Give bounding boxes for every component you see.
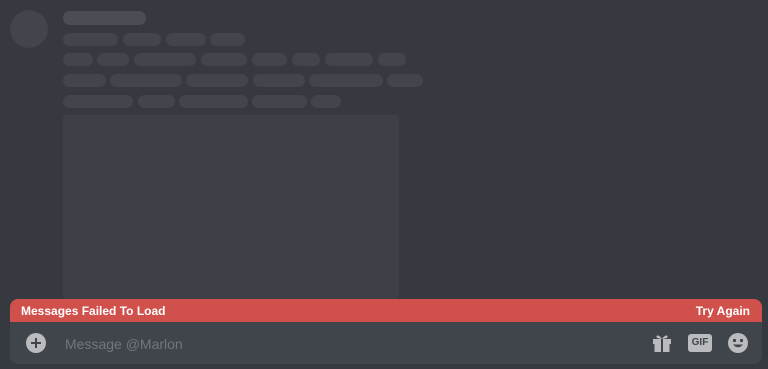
emoji-button[interactable]	[727, 332, 749, 354]
text-placeholder	[166, 33, 206, 46]
text-placeholder	[201, 53, 247, 66]
text-placeholder	[309, 74, 383, 87]
plus-circle-icon	[31, 338, 41, 348]
text-placeholder	[325, 53, 373, 66]
attachment-placeholder	[63, 115, 399, 299]
text-placeholder	[63, 33, 118, 46]
text-placeholder	[97, 53, 129, 66]
gif-icon: GIF	[691, 337, 709, 348]
text-placeholder	[134, 53, 196, 66]
text-placeholder	[378, 53, 406, 66]
text-placeholder	[110, 74, 182, 87]
attach-button[interactable]	[26, 333, 46, 353]
text-placeholder	[63, 53, 93, 66]
avatar-placeholder	[10, 10, 48, 48]
text-placeholder	[210, 33, 245, 46]
text-placeholder	[253, 74, 305, 87]
text-placeholder	[387, 74, 423, 87]
text-placeholder	[252, 53, 287, 66]
gift-button[interactable]	[651, 332, 673, 354]
emoji-smile-icon	[728, 333, 748, 353]
message-input[interactable]	[63, 331, 627, 357]
text-placeholder	[311, 95, 341, 108]
error-message: Messages Failed To Load	[21, 304, 166, 318]
text-placeholder	[292, 53, 320, 66]
gift-icon	[653, 335, 671, 352]
username-placeholder	[63, 11, 146, 25]
text-placeholder	[63, 74, 106, 87]
gif-button[interactable]: GIF	[688, 334, 712, 352]
message-list	[0, 0, 768, 299]
text-placeholder	[123, 33, 161, 46]
text-placeholder	[138, 95, 175, 108]
text-placeholder	[63, 95, 133, 108]
message-composer: GIF	[10, 322, 762, 364]
text-placeholder	[186, 74, 248, 87]
try-again-button[interactable]: Try Again	[696, 304, 750, 318]
text-placeholder	[252, 95, 307, 108]
text-placeholder	[179, 95, 248, 108]
